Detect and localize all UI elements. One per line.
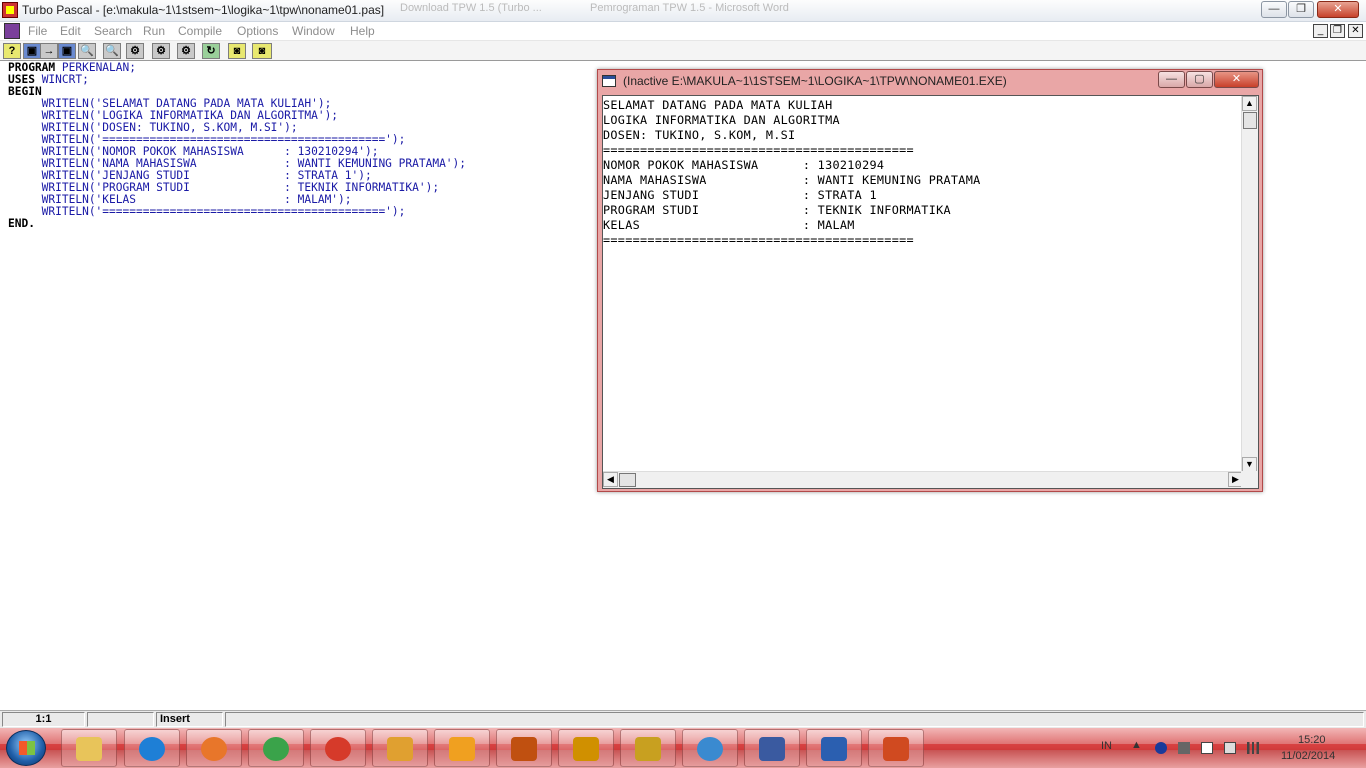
mdi-restore-button[interactable]: ❐ bbox=[1330, 24, 1345, 38]
code-line: WRITELN('===============================… bbox=[8, 205, 406, 218]
action-center-flag-icon[interactable] bbox=[1201, 742, 1213, 754]
output-line: LOGIKA INFORMATIKA DAN ALGORITMA bbox=[603, 113, 840, 127]
output-line: JENJANG STUDI : STRATA 1 bbox=[603, 188, 877, 202]
output-window[interactable]: (Inactive E:\MAKULA~1\1STSEM~1\LOGIKA~1\… bbox=[597, 69, 1263, 492]
usb-eject-icon[interactable] bbox=[1224, 742, 1236, 754]
output-line: NAMA MAHASISWA : WANTI KEMUNING PRATAMA bbox=[603, 173, 981, 187]
output-line: DOSEN: TUKINO, S.KOM, M.SI bbox=[603, 128, 796, 142]
explorer-icon[interactable] bbox=[61, 729, 117, 767]
status-bar: 1:1 Insert bbox=[0, 710, 1366, 728]
vertical-scrollbar[interactable]: ▲ ▼ bbox=[1241, 96, 1258, 472]
output-client-area[interactable]: SELAMAT DATANG PADA MATA KULIAH LOGIKA I… bbox=[602, 95, 1259, 489]
find-icon[interactable]: 🔍 bbox=[78, 43, 96, 59]
build-icon[interactable]: ⚙ bbox=[177, 43, 195, 59]
mdi-minimize-button[interactable]: _ bbox=[1313, 24, 1328, 38]
output-line: SELAMAT DATANG PADA MATA KULIAH bbox=[603, 98, 833, 112]
taskbar: IN ▲ 15:20 11/02/2014 bbox=[0, 728, 1366, 768]
background-window-title-2: Pemrograman TPW 1.5 - Microsoft Word bbox=[590, 2, 789, 14]
menu-window[interactable]: Window bbox=[292, 24, 335, 38]
turbo-pascal-icon[interactable] bbox=[744, 729, 800, 767]
network-icon[interactable] bbox=[682, 729, 738, 767]
maximize-button[interactable]: ❐ bbox=[1288, 1, 1314, 18]
code-editor[interactable]: PROGRAM PERKENALAN; USES WINCRT; BEGIN W… bbox=[0, 62, 600, 262]
menu-bar: File Edit Search Run Compile Options Win… bbox=[0, 22, 1366, 41]
horizontal-scroll-thumb[interactable] bbox=[619, 473, 636, 487]
powerpoint-icon[interactable] bbox=[868, 729, 924, 767]
scroll-left-arrow-icon[interactable]: ◀ bbox=[603, 472, 618, 487]
menu-file[interactable]: File bbox=[28, 24, 47, 38]
show-hidden-icons-icon[interactable]: ▲ bbox=[1131, 739, 1142, 751]
code-line: END. bbox=[8, 217, 35, 230]
paint-icon[interactable] bbox=[372, 729, 428, 767]
close-button[interactable]: ✕ bbox=[1317, 1, 1359, 18]
menu-compile[interactable]: Compile bbox=[178, 24, 222, 38]
turbo-pascal-app-icon[interactable] bbox=[2, 2, 18, 18]
status-message bbox=[225, 712, 1364, 727]
trace-icon[interactable]: ◙ bbox=[252, 43, 272, 59]
resize-grip-icon[interactable] bbox=[1241, 471, 1258, 488]
burner-icon[interactable] bbox=[310, 729, 366, 767]
console-output: SELAMAT DATANG PADA MATA KULIAH LOGIKA I… bbox=[603, 96, 1243, 472]
mdi-close-button[interactable]: ✕ bbox=[1348, 24, 1363, 38]
output-minimize-button[interactable]: — bbox=[1158, 71, 1185, 88]
menu-edit[interactable]: Edit bbox=[60, 24, 81, 38]
output-line: PROGRAM STUDI : TEKNIK INFORMATIKA bbox=[603, 203, 951, 217]
output-maximize-button[interactable]: ▢ bbox=[1186, 71, 1213, 88]
clock-time[interactable]: 15:20 bbox=[1298, 734, 1326, 746]
menu-help[interactable]: Help bbox=[350, 24, 375, 38]
start-button[interactable] bbox=[6, 730, 46, 766]
chrome-icon[interactable] bbox=[248, 729, 304, 767]
menu-search[interactable]: Search bbox=[94, 24, 132, 38]
winamp-icon[interactable] bbox=[558, 729, 614, 767]
output-line: ========================================… bbox=[603, 143, 914, 157]
ie-icon[interactable] bbox=[124, 729, 180, 767]
output-window-title: (Inactive E:\MAKULA~1\1STSEM~1\LOGIKA~1\… bbox=[623, 74, 1007, 88]
compile-icon[interactable]: ⚙ bbox=[126, 43, 144, 59]
clock-date[interactable]: 11/02/2014 bbox=[1281, 750, 1335, 762]
presentation-icon[interactable] bbox=[496, 729, 552, 767]
run-icon[interactable]: ↻ bbox=[202, 43, 220, 59]
menu-options[interactable]: Options bbox=[237, 24, 278, 38]
horizontal-scrollbar[interactable]: ◀ ▶ bbox=[603, 471, 1243, 488]
toolbar: ? ▣ → ▣ 🔍 🔍 ⚙ ⚙ ⚙ ↻ ◙ ◙ bbox=[0, 41, 1366, 61]
scroll-down-arrow-icon[interactable]: ▼ bbox=[1242, 457, 1257, 472]
output-line: KELAS : MALAM bbox=[603, 218, 855, 232]
main-title-bar[interactable]: Turbo Pascal - [e:\makula~1\1stsem~1\log… bbox=[0, 0, 1366, 22]
menu-run[interactable]: Run bbox=[143, 24, 165, 38]
find-next-icon[interactable]: 🔍 bbox=[103, 43, 121, 59]
output-window-title-bar[interactable]: (Inactive E:\MAKULA~1\1STSEM~1\LOGIKA~1\… bbox=[598, 70, 1262, 92]
modified-indicator bbox=[87, 712, 154, 727]
help-icon[interactable]: ? bbox=[3, 43, 21, 59]
volume-icon[interactable] bbox=[1178, 742, 1190, 754]
minimize-button[interactable]: — bbox=[1261, 1, 1287, 18]
word-icon[interactable] bbox=[806, 729, 862, 767]
media-player-icon[interactable] bbox=[434, 729, 490, 767]
document-icon[interactable] bbox=[4, 23, 20, 39]
window-title: Turbo Pascal - [e:\makula~1\1stsem~1\log… bbox=[22, 3, 385, 17]
open-icon[interactable]: → bbox=[40, 43, 58, 59]
step-icon[interactable]: ◙ bbox=[228, 43, 246, 59]
output-close-button[interactable]: ✕ bbox=[1214, 71, 1259, 88]
background-window-title-1: Download TPW 1.5 (Turbo ... bbox=[400, 2, 542, 14]
insert-mode-indicator: Insert bbox=[156, 712, 223, 727]
output-line: NOMOR POKOK MAHASISWA : 130210294 bbox=[603, 158, 885, 172]
bluetooth-icon[interactable] bbox=[1155, 742, 1167, 754]
music-icon[interactable] bbox=[620, 729, 676, 767]
signal-icon[interactable] bbox=[1247, 742, 1259, 754]
cursor-position: 1:1 bbox=[2, 712, 85, 727]
console-icon[interactable] bbox=[602, 75, 616, 87]
output-line: ========================================… bbox=[603, 233, 914, 247]
language-indicator[interactable]: IN bbox=[1101, 740, 1112, 752]
scroll-up-arrow-icon[interactable]: ▲ bbox=[1242, 96, 1257, 111]
make-icon[interactable]: ⚙ bbox=[152, 43, 170, 59]
firefox-icon[interactable] bbox=[186, 729, 242, 767]
vertical-scroll-thumb[interactable] bbox=[1243, 112, 1257, 129]
save-as-icon[interactable]: ▣ bbox=[58, 43, 76, 59]
save-icon[interactable]: ▣ bbox=[23, 43, 41, 59]
